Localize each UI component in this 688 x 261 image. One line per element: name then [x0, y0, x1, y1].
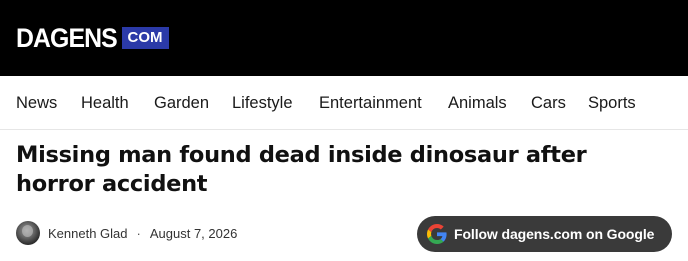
logo-com-badge: COM: [121, 27, 169, 49]
article-byline: Kenneth Glad · August 7, 2026: [16, 220, 237, 246]
google-g-icon: [427, 224, 447, 244]
publish-date: August 7, 2026: [149, 225, 238, 241]
site-logo[interactable]: DAGENS COM: [16, 24, 169, 52]
author-name[interactable]: Kenneth Glad: [48, 226, 128, 241]
nav-item-garden[interactable]: Garden: [154, 93, 209, 113]
main-nav: News Health Garden Lifestyle Entertainme…: [0, 76, 688, 130]
nav-item-lifestyle[interactable]: Lifestyle: [232, 93, 293, 113]
site-header: DAGENS COM: [0, 0, 688, 76]
follow-button-label: Follow dagens.com on Google: [454, 226, 655, 242]
nav-item-animals[interactable]: Animals: [448, 93, 507, 113]
nav-item-health[interactable]: Health: [81, 93, 129, 113]
nav-item-entertainment[interactable]: Entertainment: [319, 93, 422, 113]
byline-separator: ·: [136, 225, 141, 241]
nav-item-sports[interactable]: Sports: [588, 93, 636, 113]
follow-on-google-button[interactable]: Follow dagens.com on Google: [417, 216, 672, 252]
logo-wordmark: DAGENS: [16, 23, 118, 53]
author-avatar[interactable]: [16, 221, 40, 245]
nav-item-cars[interactable]: Cars: [531, 93, 566, 113]
article-title: Missing man found dead inside dinosaur a…: [16, 142, 587, 197]
nav-item-news[interactable]: News: [16, 93, 57, 113]
